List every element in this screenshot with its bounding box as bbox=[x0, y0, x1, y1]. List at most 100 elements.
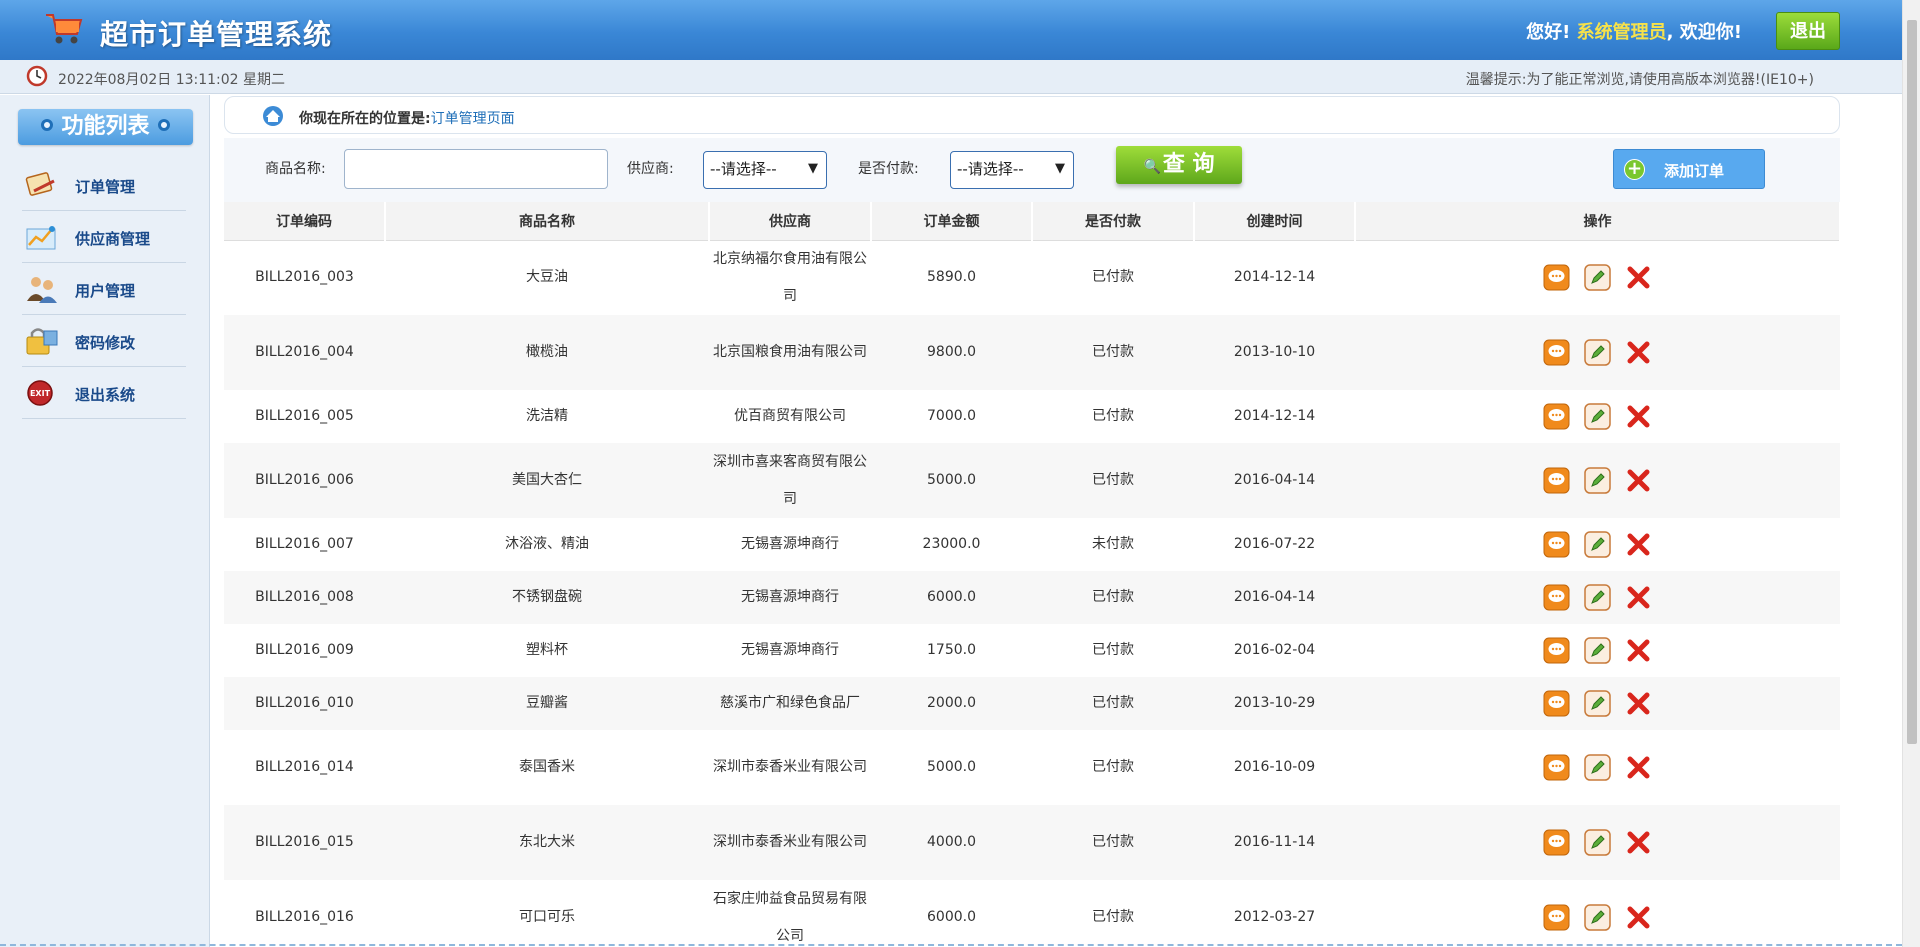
paid-status-cell: 已付款 bbox=[1032, 315, 1194, 390]
product-name-input[interactable] bbox=[344, 149, 608, 189]
view-icon[interactable] bbox=[1543, 690, 1570, 717]
column-header[interactable]: 订单金额 bbox=[871, 202, 1033, 241]
amount-cell: 5890.0 bbox=[927, 269, 976, 286]
amount-cell: 5000.0 bbox=[871, 443, 1032, 518]
paid-status-cell: 已付款 bbox=[1032, 571, 1194, 624]
amount-cell: 6000.0 bbox=[871, 571, 1032, 624]
provider-label: 供应商: bbox=[627, 161, 674, 177]
sidebar-item-exit[interactable]: EXIT 退出系统 bbox=[22, 367, 186, 419]
provider-cell: 慈溪市广和绿色食品厂 bbox=[709, 677, 871, 730]
view-icon[interactable] bbox=[1543, 467, 1570, 494]
function-list-title: 功能列表 bbox=[18, 109, 193, 145]
row-actions bbox=[1543, 264, 1652, 291]
column-header[interactable]: 供应商 bbox=[709, 202, 872, 241]
edit-icon[interactable] bbox=[1584, 466, 1611, 494]
view-icon[interactable] bbox=[1543, 637, 1570, 664]
view-icon[interactable] bbox=[1543, 829, 1570, 856]
edit-icon[interactable] bbox=[1584, 903, 1611, 931]
breadcrumb-current[interactable]: 订单管理页面 bbox=[431, 111, 515, 127]
provider-cell: 优百商贸有限公司 bbox=[734, 408, 846, 424]
delete-icon[interactable] bbox=[1625, 754, 1652, 781]
row-actions bbox=[1543, 402, 1652, 430]
column-header[interactable]: 操作 bbox=[1355, 202, 1841, 241]
paid-label: 是否付款: bbox=[858, 161, 919, 177]
delete-icon[interactable] bbox=[1625, 531, 1652, 558]
provider-cell: 石家庄帅益食品贸易有限公司 bbox=[713, 890, 867, 944]
view-icon[interactable] bbox=[1543, 403, 1570, 430]
query-button[interactable]: 🔍查 询 bbox=[1116, 146, 1242, 184]
delete-icon[interactable] bbox=[1625, 403, 1652, 430]
created-date-cell: 2016-04-14 bbox=[1194, 571, 1355, 624]
delete-icon[interactable] bbox=[1625, 829, 1652, 856]
sidebar-item-orders[interactable]: 订单管理 bbox=[22, 159, 186, 211]
delete-icon[interactable] bbox=[1625, 904, 1652, 931]
view-icon[interactable] bbox=[1543, 531, 1570, 558]
view-icon[interactable] bbox=[1543, 339, 1570, 366]
view-icon[interactable] bbox=[1543, 904, 1570, 931]
order-table-container: 订单编码 商品名称 供应商 订单金额 是否付款 创建时间 操作 BILL2016… bbox=[224, 202, 1841, 947]
sidebar-item-label: 密码修改 bbox=[75, 334, 136, 352]
table-row: BILL2016_009 塑料杯 无锡喜源坤商行 1750.0 已付款 2016-02-0… bbox=[224, 624, 1840, 677]
sidebar-item-suppliers[interactable]: 供应商管理 bbox=[22, 211, 186, 263]
table-body: BILL2016_003 大豆油 北京纳福尔食用油有限公司 5890.0 已付款 2014… bbox=[224, 240, 1840, 947]
paid-status-cell: 已付款 bbox=[1092, 408, 1134, 424]
provider-select[interactable]: --请选择-- ▼ bbox=[703, 151, 827, 189]
actions-cell bbox=[1355, 518, 1840, 571]
edit-icon[interactable] bbox=[1584, 530, 1611, 558]
edit-icon[interactable] bbox=[1584, 689, 1611, 717]
column-header[interactable]: 商品名称 bbox=[385, 202, 710, 241]
clock-icon bbox=[26, 65, 48, 87]
sidebar-item-password[interactable]: 密码修改 bbox=[22, 315, 186, 367]
created-date-cell: 2014-12-14 bbox=[1233, 408, 1316, 424]
delete-icon[interactable] bbox=[1625, 264, 1652, 291]
edit-icon[interactable] bbox=[1584, 402, 1611, 430]
column-header[interactable]: 创建时间 bbox=[1194, 202, 1356, 241]
edit-icon[interactable] bbox=[1584, 583, 1611, 611]
exit-icon: EXIT bbox=[27, 380, 53, 406]
paid-status-cell: 已付款 bbox=[1032, 443, 1194, 518]
scrollbar-thumb[interactable] bbox=[1907, 20, 1917, 744]
add-order-button[interactable]: + 添加订单 bbox=[1613, 149, 1765, 189]
edit-icon[interactable] bbox=[1584, 264, 1611, 291]
sidebar: 功能列表 订单管理 供应商管理 用户管理 密码修改 EXIT 退出系统 bbox=[0, 95, 210, 947]
view-icon[interactable] bbox=[1543, 264, 1570, 291]
column-header[interactable]: 是否付款 bbox=[1032, 202, 1195, 241]
paid-status-cell: 已付款 bbox=[1032, 805, 1194, 880]
table-row: BILL2016_016 可口可乐 石家庄帅益食品贸易有限公司 6000.0 已付款 20… bbox=[224, 880, 1840, 947]
chevron-down-icon: ▼ bbox=[808, 161, 818, 176]
row-actions bbox=[1543, 636, 1652, 664]
table-header-row: 订单编码 商品名称 供应商 订单金额 是否付款 创建时间 操作 bbox=[224, 202, 1841, 241]
product-name-cell: 洗洁精 bbox=[526, 408, 568, 424]
order-code-cell: BILL2016_003 bbox=[255, 269, 354, 286]
row-actions bbox=[1543, 338, 1652, 366]
bottom-divider bbox=[0, 944, 1902, 946]
view-icon[interactable] bbox=[1543, 584, 1570, 611]
delete-icon[interactable] bbox=[1625, 637, 1652, 664]
sidebar-item-users[interactable]: 用户管理 bbox=[22, 263, 186, 315]
order-code-cell: BILL2016_005 bbox=[255, 408, 354, 424]
edit-icon[interactable] bbox=[1584, 828, 1611, 856]
created-date-cell: 2016-11-14 bbox=[1194, 805, 1355, 880]
delete-icon[interactable] bbox=[1625, 690, 1652, 717]
provider-cell: 深圳市泰香米业有限公司 bbox=[713, 759, 867, 775]
actions-cell bbox=[1355, 390, 1840, 443]
delete-icon[interactable] bbox=[1625, 339, 1652, 366]
edit-icon[interactable] bbox=[1584, 338, 1611, 366]
paid-status-cell: 未付款 bbox=[1092, 536, 1134, 552]
greeting-prefix: 您好! bbox=[1526, 22, 1571, 43]
view-icon[interactable] bbox=[1543, 754, 1570, 781]
chevron-down-icon: ▼ bbox=[1055, 161, 1065, 176]
edit-icon[interactable] bbox=[1584, 636, 1611, 664]
page-scrollbar[interactable] bbox=[1902, 0, 1920, 947]
product-name-cell: 塑料杯 bbox=[526, 642, 568, 658]
paid-select[interactable]: --请选择-- ▼ bbox=[950, 151, 1074, 189]
column-header[interactable]: 订单编码 bbox=[224, 202, 386, 241]
delete-icon[interactable] bbox=[1625, 584, 1652, 611]
table-row: BILL2016_008 不锈钢盘碗 无锡喜源坤商行 6000.0 已付款 2016-04… bbox=[224, 571, 1840, 624]
actions-cell bbox=[1355, 315, 1840, 390]
delete-icon[interactable] bbox=[1625, 467, 1652, 494]
order-code-cell: BILL2016_007 bbox=[255, 536, 354, 552]
logout-button[interactable]: 退出 bbox=[1776, 12, 1840, 50]
edit-icon[interactable] bbox=[1584, 753, 1611, 781]
app-header: 超市订单管理系统 您好! 系统管理员, 欢迎你! 退出 bbox=[0, 0, 1902, 60]
